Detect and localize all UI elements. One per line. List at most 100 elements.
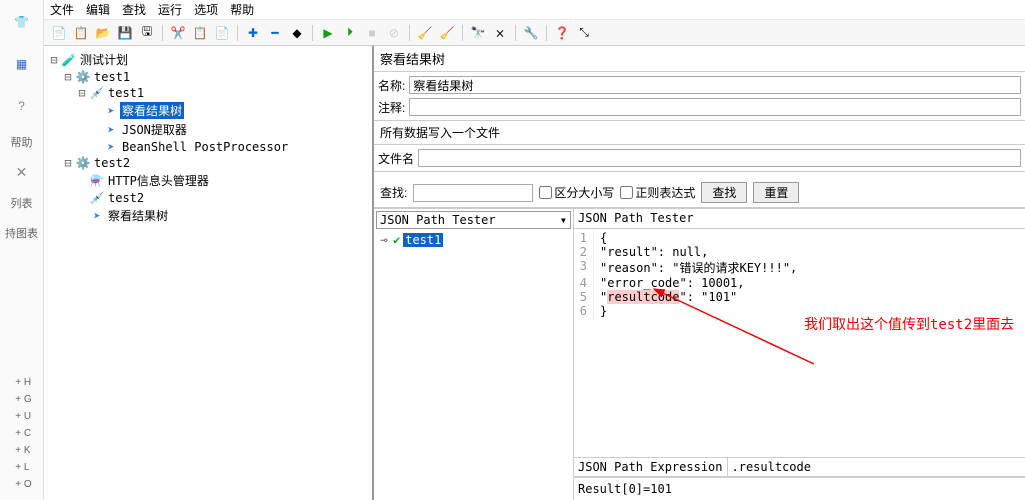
tb-clear2[interactable]: 🧹 — [438, 24, 456, 42]
tree-toggle-icon[interactable]: ⊟ — [62, 70, 74, 84]
tb-save[interactable]: 💾 — [116, 24, 134, 42]
result-right-panel: JSON Path Tester 1{ 2 "result": null, 3 … — [574, 209, 1025, 500]
side-help-label: 帮助 — [11, 134, 33, 150]
result-sample-tree[interactable]: ⊸✔test1 — [374, 231, 573, 249]
menu-help[interactable]: 帮助 — [230, 1, 254, 18]
tb-shutdown[interactable]: ⊘ — [385, 24, 403, 42]
comment-label: 注释: — [378, 99, 405, 116]
config-icon: ⚗️ — [90, 174, 104, 188]
tb-clear1[interactable]: 🧹 — [416, 24, 434, 42]
side-action-3[interactable]: ? — [8, 92, 36, 120]
tb-paste[interactable]: 📄 — [213, 24, 231, 42]
regex-checkbox[interactable]: 正则表达式 — [620, 184, 695, 201]
menu-find[interactable]: 查找 — [122, 1, 146, 18]
menu-run[interactable]: 运行 — [158, 1, 182, 18]
tb-reset-search[interactable]: ⨯ — [491, 24, 509, 42]
toggle-icon: ◆ — [292, 26, 301, 40]
arrow-right-icon: ➤ — [90, 209, 104, 223]
tb-copy[interactable]: 📋 — [191, 24, 209, 42]
plus-icon: ✚ — [248, 26, 258, 40]
tb-search[interactable]: 🔭 — [469, 24, 487, 42]
tree-test2-sampler[interactable]: 💉test2 — [76, 190, 368, 206]
shutdown-icon: ⊘ — [389, 26, 399, 40]
play-fast-icon: ⏵ — [347, 25, 353, 40]
file-group-title: 所有数据写入一个文件 — [374, 121, 1025, 145]
json-path-value[interactable]: .resultcode — [728, 458, 1025, 476]
stop-icon: ■ — [368, 26, 375, 40]
renderer-dropdown[interactable]: JSON Path Tester▾ — [376, 211, 571, 229]
gear-icon: ⚙️ — [76, 156, 90, 170]
find-button[interactable]: 查找 — [701, 182, 747, 203]
json-path-result: Result[0]=101 — [574, 477, 1025, 500]
result-renderer-label: JSON Path Tester — [574, 209, 1025, 229]
pipette-icon: 💉 — [90, 86, 104, 100]
panel-title: 察看结果树 — [374, 46, 1025, 72]
tb-stop[interactable]: ■ — [363, 24, 381, 42]
tb-saveall[interactable]: 🖫 — [138, 24, 156, 42]
shortcut-hints: + H+ G+ U + C+ K+ L+ O — [11, 377, 31, 500]
tb-expand[interactable]: ✚ — [244, 24, 262, 42]
json-path-expression-row: JSON Path Expression .resultcode — [574, 458, 1025, 477]
response-body[interactable]: 1{ 2 "result": null, 3 "reason": "错误的请求K… — [574, 229, 1025, 458]
side-list-label: 列表 — [11, 195, 33, 211]
menu-file[interactable]: 文件 — [50, 1, 74, 18]
tree-test1-sampler[interactable]: ⊟💉test1 — [76, 85, 368, 101]
side-action-2[interactable]: ▦ — [8, 50, 36, 78]
tb-toggle[interactable]: ◆ — [288, 24, 306, 42]
tb-new[interactable]: 📄 — [50, 24, 68, 42]
tree-toggle-icon[interactable]: ⊟ — [62, 156, 74, 170]
tb-open[interactable]: 📂 — [94, 24, 112, 42]
menu-options[interactable]: 选项 — [194, 1, 218, 18]
cut-icon: ✂️ — [171, 26, 186, 40]
comment-input[interactable] — [409, 98, 1021, 116]
result-sample-item[interactable]: ⊸✔test1 — [378, 233, 569, 247]
tree-view-results-2[interactable]: ➤察看结果树 — [76, 206, 368, 225]
menu-edit[interactable]: 编辑 — [86, 1, 110, 18]
help-icon: ? — [18, 99, 25, 113]
chevron-down-icon: ▾ — [560, 213, 567, 227]
reset-button[interactable]: 重置 — [753, 182, 799, 203]
collapse-icon: ⤡ — [579, 25, 589, 40]
tree-test2-controller[interactable]: ⊟⚙️test2 — [62, 155, 368, 171]
search-bar: 查找: 区分大小写 正则表达式 查找 重置 — [374, 178, 1025, 208]
flask-icon: 🧪 — [62, 53, 76, 67]
tb-help2[interactable]: ❓ — [553, 24, 571, 42]
main-area: 文件 编辑 查找 运行 选项 帮助 📄 📋 📂 💾 🖫 ✂️ 📋 📄 ✚ ━ ◆… — [44, 0, 1025, 500]
tree-json-extractor[interactable]: ➤JSON提取器 — [90, 120, 368, 139]
tb-collapse[interactable]: ━ — [266, 24, 284, 42]
arrow-right-icon: ➤ — [104, 104, 118, 118]
tb-cut[interactable]: ✂️ — [169, 24, 187, 42]
test-plan-tree[interactable]: ⊟🧪测试计划 ⊟⚙️test1 ⊟💉test1 ➤察看结果树 ➤JSON提取器 … — [44, 46, 374, 500]
search-input[interactable] — [413, 184, 533, 202]
tree-beanshell[interactable]: ➤BeanShell PostProcessor — [90, 139, 368, 155]
tree-test1-controller[interactable]: ⊟⚙️test1 — [62, 69, 368, 85]
side-close[interactable]: ✕ — [16, 164, 28, 181]
name-input[interactable] — [409, 76, 1021, 94]
filename-input[interactable] — [418, 149, 1021, 167]
binoculars-icon: 🔭 — [471, 26, 486, 40]
shirt-icon: 👕 — [14, 15, 29, 29]
tree-toggle-icon[interactable]: ⊟ — [76, 86, 88, 100]
tb-templates[interactable]: 📋 — [72, 24, 90, 42]
broom-all-icon: 🧹 — [440, 26, 455, 40]
highlighted-key: resultcode — [607, 290, 679, 304]
tree-root[interactable]: ⊟🧪测试计划 — [48, 50, 368, 69]
arrow-right-icon: ➤ — [104, 123, 118, 137]
tb-collapse-all[interactable]: ⤡ — [575, 24, 593, 42]
tree-view-results[interactable]: ➤察看结果树 — [90, 101, 368, 120]
tree-http-header[interactable]: ⚗️HTTP信息头管理器 — [76, 171, 368, 190]
json-path-label: JSON Path Expression — [574, 458, 728, 476]
menu-bar: 文件 编辑 查找 运行 选项 帮助 — [44, 0, 1025, 20]
tb-run-nopause[interactable]: ⏵ — [341, 24, 359, 42]
save-all-icon: 🖫 — [142, 22, 152, 43]
filename-label: 文件名 — [378, 150, 414, 167]
tb-functions[interactable]: 🔧 — [522, 24, 540, 42]
check-icon: ✔ — [393, 233, 400, 247]
broom-icon: 🧹 — [418, 26, 433, 40]
templates-icon: 📋 — [74, 26, 89, 40]
details-panel: 察看结果树 名称: 注释: 所有数据写入一个文件 文件名 查找: 区分大小写 正… — [374, 46, 1025, 500]
case-checkbox[interactable]: 区分大小写 — [539, 184, 614, 201]
side-action-1[interactable]: 👕 — [8, 8, 36, 36]
tree-toggle-icon[interactable]: ⊟ — [48, 53, 60, 67]
tb-run[interactable]: ▶ — [319, 24, 337, 42]
